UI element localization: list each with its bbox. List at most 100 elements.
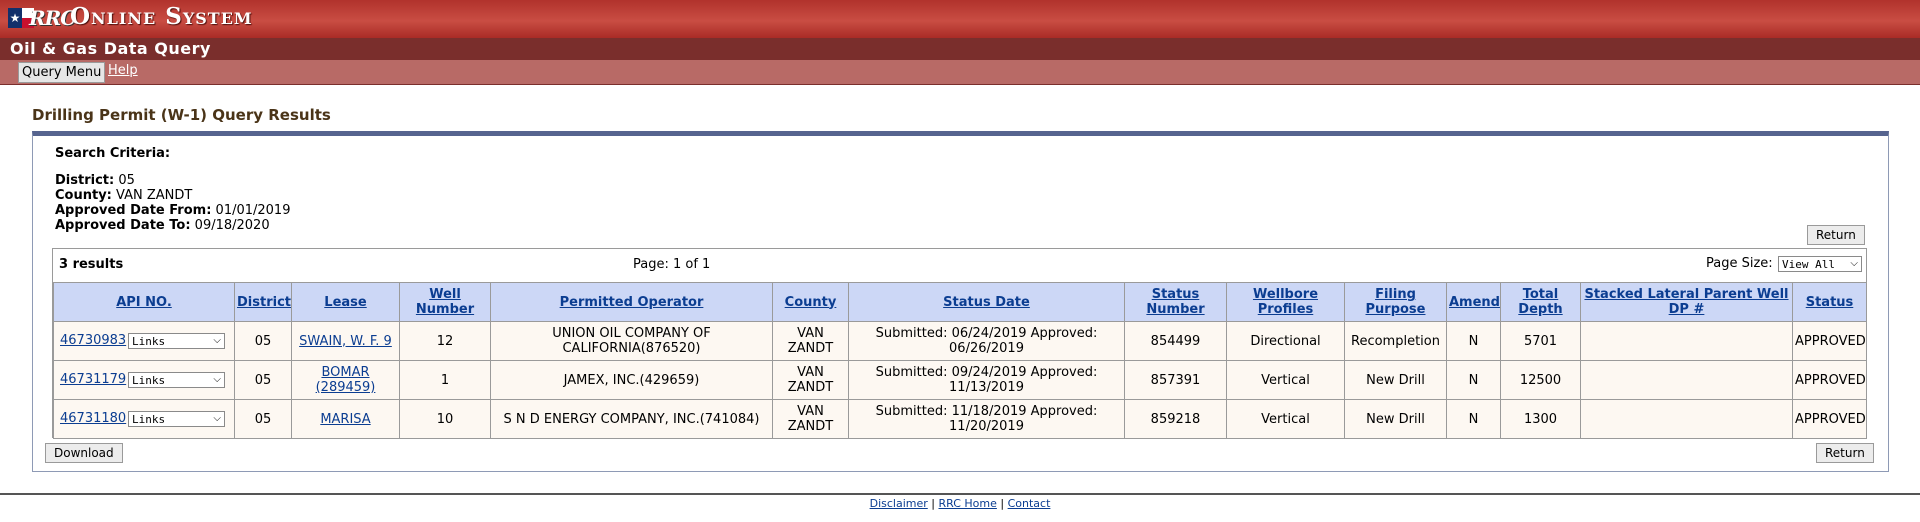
cell-stacked-lateral xyxy=(1580,399,1793,439)
table-header-row: API NO. District Lease Well Number Permi… xyxy=(53,282,1867,322)
footer: Disclaimer | RRC Home | Contact xyxy=(0,497,1920,510)
cell-total-depth: 12500 xyxy=(1500,360,1581,400)
cell-lease: BOMAR (289459) xyxy=(291,360,400,400)
contact-link[interactable]: Contact xyxy=(1008,497,1051,510)
disclaimer-link[interactable]: Disclaimer xyxy=(870,497,928,510)
download-button[interactable]: Download xyxy=(45,443,123,463)
cell-well-number: 12 xyxy=(399,321,491,361)
return-button-bottom[interactable]: Return xyxy=(1816,443,1874,463)
cell-district: 05 xyxy=(234,399,292,439)
results-count: 3 results xyxy=(59,257,124,272)
app-subtitle: Oil & Gas Data Query xyxy=(10,39,211,58)
page-size-select[interactable]: View All ⌵ xyxy=(1778,256,1862,272)
cell-status: APPROVED xyxy=(1792,360,1867,400)
cell-stacked-lateral xyxy=(1580,360,1793,400)
page-indicator: Page: 1 of 1 xyxy=(633,257,711,272)
cell-stacked-lateral xyxy=(1580,321,1793,361)
footer-separator: | xyxy=(931,497,935,510)
query-menu-button[interactable]: Query Menu xyxy=(18,62,106,83)
cell-wellbore: Directional xyxy=(1226,321,1345,361)
col-header-api[interactable]: API NO. xyxy=(53,282,235,322)
cell-amend: N xyxy=(1446,399,1501,439)
lease-link[interactable]: SWAIN, W. F. 9 xyxy=(299,334,392,349)
cell-amend: N xyxy=(1446,321,1501,361)
cell-filing-purpose: New Drill xyxy=(1344,360,1447,400)
cell-lease: MARISA xyxy=(291,399,400,439)
chevron-down-icon: ⌵ xyxy=(213,413,221,424)
table-row: 46731180 Links ⌵ 05 MARISA 10 S N D ENERG… xyxy=(53,399,1867,439)
criteria-approved-to: Approved Date To: 09/18/2020 xyxy=(55,218,270,233)
cell-operator: UNION OIL COMPANY OF CALIFORNIA(876520) xyxy=(490,321,773,361)
app-header: ★ RRC Online System xyxy=(0,0,1920,38)
cell-status-number: 859218 xyxy=(1124,399,1227,439)
criteria-label: Approved Date From: xyxy=(55,203,212,218)
chevron-down-icon: ⌵ xyxy=(1850,258,1858,269)
criteria-label: Approved Date To: xyxy=(55,218,191,233)
cell-total-depth: 1300 xyxy=(1500,399,1581,439)
col-header-district[interactable]: District xyxy=(234,282,292,322)
cell-status-number: 857391 xyxy=(1124,360,1227,400)
col-header-lease[interactable]: Lease xyxy=(291,282,400,322)
col-header-filing-purpose[interactable]: Filing Purpose xyxy=(1344,282,1447,322)
col-header-county[interactable]: County xyxy=(772,282,849,322)
criteria-district: District: 05 xyxy=(55,173,135,188)
col-header-status[interactable]: Status xyxy=(1792,282,1867,322)
return-button-top[interactable]: Return xyxy=(1807,225,1865,245)
menu-bar: Query Menu Help xyxy=(0,60,1920,85)
col-header-operator[interactable]: Permitted Operator xyxy=(490,282,773,322)
cell-status-number: 854499 xyxy=(1124,321,1227,361)
cell-lease: SWAIN, W. F. 9 xyxy=(291,321,400,361)
cell-status-date: Submitted: 06/24/2019 Approved: 06/26/20… xyxy=(848,321,1125,361)
table-row: 46730983 Links ⌵ 05 SWAIN, W. F. 9 12 UNI… xyxy=(53,321,1867,361)
subheader: Oil & Gas Data Query xyxy=(0,38,1920,60)
col-header-status-number[interactable]: Status Number xyxy=(1124,282,1227,322)
cell-status-date: Submitted: 09/24/2019 Approved: 11/13/20… xyxy=(848,360,1125,400)
help-link[interactable]: Help xyxy=(108,63,138,78)
links-select[interactable]: Links ⌵ xyxy=(128,333,225,349)
links-select[interactable]: Links ⌵ xyxy=(128,372,225,388)
col-header-total-depth[interactable]: Total Depth xyxy=(1500,282,1581,322)
cell-status-date: Submitted: 11/18/2019 Approved: 11/20/20… xyxy=(848,399,1125,439)
api-link[interactable]: 46731179 xyxy=(60,372,126,387)
results-table: API NO. District Lease Well Number Permi… xyxy=(53,282,1867,439)
col-header-status-date[interactable]: Status Date xyxy=(848,282,1125,322)
cell-wellbore: Vertical xyxy=(1226,399,1345,439)
cell-operator: JAMEX, INC.(429659) xyxy=(490,360,773,400)
footer-separator: | xyxy=(1000,497,1005,510)
results-box: 3 results Page: 1 of 1 Page Size: View A… xyxy=(52,248,1867,439)
footer-divider xyxy=(0,493,1920,495)
rrc-logo: ★ RRC xyxy=(8,6,76,30)
criteria-value: 01/01/2019 xyxy=(215,203,291,218)
criteria-approved-from: Approved Date From: 01/01/2019 xyxy=(55,203,290,218)
page-size-value: View All xyxy=(1782,258,1835,271)
criteria-label: County: xyxy=(55,188,112,203)
col-header-stacked-lateral[interactable]: Stacked Lateral Parent Well DP # xyxy=(1580,282,1793,322)
results-panel: Search Criteria: District: 05 County: VA… xyxy=(32,131,1889,472)
table-row: 46731179 Links ⌵ 05 BOMAR (289459) 1 JAME… xyxy=(53,360,1867,400)
lease-link[interactable]: BOMAR (289459) xyxy=(316,365,376,395)
api-link[interactable]: 46730983 xyxy=(60,333,126,348)
criteria-value: VAN ZANDT xyxy=(116,188,193,203)
cell-filing-purpose: New Drill xyxy=(1344,399,1447,439)
col-header-well-number[interactable]: Well Number xyxy=(399,282,491,322)
search-criteria-heading: Search Criteria: xyxy=(55,146,171,161)
criteria-value: 09/18/2020 xyxy=(194,218,270,233)
cell-county: VAN ZANDT xyxy=(772,321,849,361)
links-select[interactable]: Links ⌵ xyxy=(128,411,225,427)
criteria-value: 05 xyxy=(118,173,135,188)
system-title: Online System xyxy=(70,3,253,30)
cell-status: APPROVED xyxy=(1792,399,1867,439)
cell-county: VAN ZANDT xyxy=(772,399,849,439)
col-header-wellbore[interactable]: Wellbore Profiles xyxy=(1226,282,1345,322)
cell-status: APPROVED xyxy=(1792,321,1867,361)
page-size-label: Page Size: xyxy=(1706,256,1773,271)
api-link[interactable]: 46731180 xyxy=(60,411,126,426)
cell-api: 46731180 Links ⌵ xyxy=(53,399,235,439)
page-title: Drilling Permit (W-1) Query Results xyxy=(32,106,331,124)
cell-well-number: 1 xyxy=(399,360,491,400)
cell-district: 05 xyxy=(234,321,292,361)
lease-link[interactable]: MARISA xyxy=(320,412,370,427)
col-header-amend[interactable]: Amend xyxy=(1446,282,1501,322)
rrc-home-link[interactable]: RRC Home xyxy=(938,497,996,510)
cell-amend: N xyxy=(1446,360,1501,400)
